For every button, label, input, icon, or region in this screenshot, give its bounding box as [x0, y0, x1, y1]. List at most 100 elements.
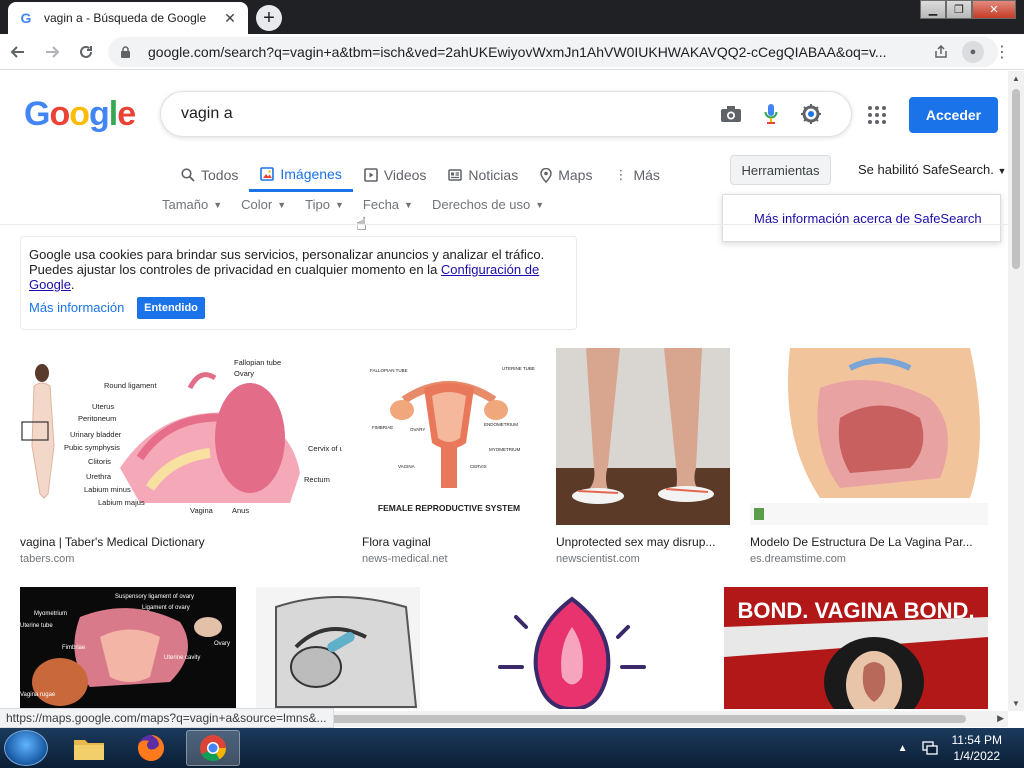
clock-time: 11:54 PM — [951, 733, 1002, 747]
signin-button[interactable]: Acceder — [909, 97, 998, 133]
anatomy-label: Pubic symphysis — [64, 443, 120, 452]
firefox-icon[interactable] — [124, 730, 178, 766]
safesearch-popup: Más información acerca de SafeSearch — [722, 194, 1001, 242]
profile-avatar-icon[interactable]: ● — [962, 41, 984, 63]
address-bar[interactable]: google.com/search?q=vagin+a&tbm=isch&ved… — [108, 37, 998, 67]
tray-expand-icon[interactable]: ▲ — [898, 743, 908, 754]
google-apps-icon[interactable] — [866, 104, 888, 126]
anatomy-label: ENDOMETRIUM — [484, 422, 518, 427]
result-thumbnail[interactable]: FALLOPIAN TUBE UTERINE TUBE FIMBRIAE OVA… — [362, 348, 536, 525]
image-result[interactable]: FALLOPIAN TUBE UTERINE TUBE FIMBRIAE OVA… — [362, 348, 536, 565]
back-button[interactable] — [2, 36, 34, 68]
tab-noticias[interactable]: Noticias — [437, 158, 529, 192]
camera-icon[interactable] — [711, 105, 751, 123]
chrome-icon[interactable] — [186, 730, 240, 766]
filter-date[interactable]: Fecha ▼ — [363, 197, 413, 212]
caret-down-icon: ▼ — [535, 199, 545, 210]
anatomy-label: VAGINA — [398, 464, 415, 469]
image-result[interactable]: Suspensory ligament of ovary Ligament of… — [20, 587, 236, 709]
anatomy-label: Anus — [232, 506, 249, 515]
caret-down-icon: ▼ — [334, 199, 344, 210]
result-thumbnail[interactable] — [256, 587, 420, 709]
anatomy-label: Cervix of uterus — [308, 444, 342, 453]
tab-mas[interactable]: ⋮ Más — [603, 158, 670, 192]
anatomy-label: UTERINE TUBE — [502, 366, 535, 371]
image-result[interactable] — [440, 587, 704, 709]
result-thumbnail[interactable] — [440, 587, 704, 709]
address-url[interactable]: google.com/search?q=vagin+a&tbm=isch&ved… — [148, 44, 934, 60]
tab-maps[interactable]: Maps — [529, 158, 603, 192]
scroll-right-icon[interactable]: ▶ — [997, 713, 1004, 724]
search-input[interactable]: vagin a — [181, 105, 711, 123]
result-thumbnail[interactable] — [750, 348, 988, 525]
windows-taskbar: ▲ 11:54 PM 1/4/2022 — [0, 728, 1024, 768]
forward-button[interactable] — [36, 36, 68, 68]
close-window-button[interactable]: ✕ — [972, 0, 1016, 19]
file-explorer-icon[interactable] — [62, 730, 116, 766]
filter-size[interactable]: Tamaño ▼ — [162, 197, 222, 212]
filter-type[interactable]: Tipo ▼ — [305, 197, 344, 212]
more-info-link[interactable]: Más información — [29, 300, 124, 315]
lens-icon[interactable] — [791, 102, 831, 126]
result-source: es.dreamstime.com — [750, 553, 846, 565]
lock-icon — [120, 45, 134, 59]
scroll-down-icon[interactable]: ▼ — [1012, 699, 1020, 708]
status-url-bar: https://maps.google.com/maps?q=vagin+a&s… — [0, 708, 334, 728]
safesearch-toggle[interactable]: Se habilitó SafeSearch. ▼ — [858, 162, 1006, 177]
result-caption[interactable]: Modelo De Estructura De La Vagina Par... — [750, 535, 988, 549]
tools-button[interactable]: Herramientas — [730, 155, 831, 185]
anatomy-label: Labium majus — [98, 498, 145, 507]
search-box[interactable]: vagin a — [160, 91, 852, 137]
caret-down-icon: ▼ — [277, 199, 287, 210]
result-thumbnail[interactable] — [556, 348, 730, 525]
anatomy-label: Myometrium — [34, 611, 67, 617]
tab-imagenes[interactable]: Imágenes — [249, 158, 353, 192]
result-caption[interactable]: Unprotected sex may disrup... — [556, 535, 730, 549]
microphone-icon[interactable] — [751, 103, 791, 125]
network-icon[interactable] — [921, 741, 938, 755]
share-icon[interactable] — [934, 45, 960, 59]
more-vert-icon: ⋮ — [614, 167, 628, 182]
anatomy-label: Ovary — [214, 641, 230, 647]
clock[interactable]: 11:54 PM 1/4/2022 — [952, 732, 1002, 764]
close-tab-icon[interactable]: ✕ — [222, 10, 238, 26]
reload-icon — [80, 45, 92, 58]
new-tab-button[interactable]: + — [256, 5, 282, 31]
arrow-right-icon — [46, 45, 60, 58]
start-button[interactable] — [4, 730, 48, 766]
image-result[interactable] — [256, 587, 420, 709]
image-result[interactable]: Unprotected sex may disrup... newscienti… — [556, 348, 730, 565]
minimize-button[interactable]: ▁ — [920, 0, 946, 19]
reload-button[interactable] — [70, 36, 102, 68]
scroll-up-icon[interactable]: ▲ — [1012, 74, 1020, 83]
image-icon — [260, 166, 275, 181]
image-result[interactable]: BOND. VAGINA BOND. — [724, 587, 988, 709]
tab-videos[interactable]: Videos — [353, 158, 438, 192]
anatomy-label: Suspensory ligament of ovary — [115, 594, 194, 600]
image-result[interactable]: Fallopian tube Ovary Round ligament Uter… — [20, 348, 342, 565]
filter-color[interactable]: Color ▼ — [241, 197, 286, 212]
result-thumbnail[interactable]: Suspensory ligament of ovary Ligament of… — [20, 587, 236, 709]
image-result[interactable]: Modelo De Estructura De La Vagina Par...… — [750, 348, 988, 565]
arrow-left-icon — [10, 45, 24, 58]
tab-todos[interactable]: Todos — [170, 158, 249, 192]
accept-cookies-button[interactable]: Entendido — [137, 297, 205, 319]
cookie-notice: Google usa cookies para brindar sus serv… — [20, 236, 577, 330]
result-caption[interactable]: Flora vaginal — [362, 535, 536, 549]
anatomy-label: Clitoris — [88, 457, 111, 466]
browser-tab[interactable]: G vagin a - Búsqueda de Google ✕ — [8, 2, 248, 34]
result-thumbnail[interactable]: BOND. VAGINA BOND. — [724, 587, 988, 709]
result-source: newscientist.com — [556, 553, 640, 565]
result-thumbnail[interactable]: Fallopian tube Ovary Round ligament Uter… — [20, 348, 342, 525]
anatomy-label: Uterine cavity — [164, 655, 200, 661]
browser-menu-icon[interactable]: ⋮ — [994, 42, 1010, 62]
filter-usage-rights[interactable]: Derechos de uso ▼ — [432, 197, 544, 212]
vertical-scrollbar[interactable]: ▲ ▼ — [1008, 71, 1024, 711]
result-caption[interactable]: vagina | Taber's Medical Dictionary — [20, 535, 342, 549]
anatomy-label: Urinary bladder — [70, 430, 122, 439]
google-logo[interactable]: Google — [24, 95, 136, 134]
anatomy-label: Ovary — [234, 369, 254, 378]
scroll-thumb[interactable] — [1012, 89, 1020, 269]
anatomy-label: Fimbriae — [62, 645, 86, 651]
maximize-button[interactable]: ❐ — [946, 0, 972, 19]
